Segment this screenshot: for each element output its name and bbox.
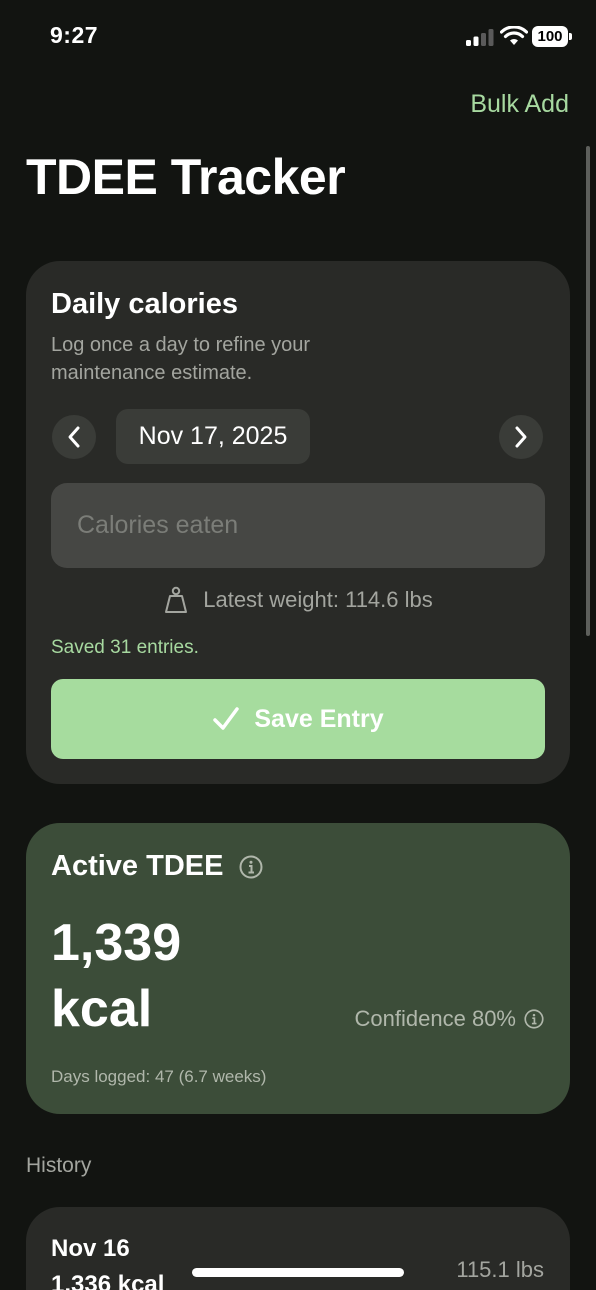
date-selector[interactable]: Nov 17, 2025 xyxy=(116,409,310,464)
save-entry-button[interactable]: Save Entry xyxy=(51,679,545,759)
status-time: 9:27 xyxy=(50,22,99,48)
scrollbar[interactable] xyxy=(586,146,590,636)
latest-weight-row: Latest weight: 114.6 lbs xyxy=(26,586,570,614)
scale-icon xyxy=(165,586,188,613)
active-tdee-card: Active TDEE 1,339 kcal Confidence 80% Da… xyxy=(26,823,570,1114)
latest-weight-text: Latest weight: 114.6 lbs xyxy=(203,587,433,612)
calories-input[interactable] xyxy=(51,483,545,568)
chevron-left-icon xyxy=(68,426,80,448)
bulk-add-button[interactable]: Bulk Add xyxy=(470,90,569,119)
history-entry-weight: 115.1 lbs xyxy=(456,1257,544,1282)
daily-card-subtitle: Log once a day to refine your maintenanc… xyxy=(51,334,311,384)
history-entry[interactable]: Nov 16 1,336 kcal 115.1 lbs xyxy=(26,1207,570,1290)
signal-icon xyxy=(466,29,494,46)
battery-icon: 100 xyxy=(532,26,572,47)
save-entry-label: Save Entry xyxy=(254,704,384,733)
page-title: TDEE Tracker xyxy=(26,149,346,205)
tdee-value: 1,339 xyxy=(51,914,182,972)
days-logged: Days logged: 47 (6.7 weeks) xyxy=(51,1067,267,1086)
history-entry-date: Nov 16 xyxy=(51,1235,130,1262)
history-entry-kcal: 1,336 kcal xyxy=(51,1271,165,1290)
checkmark-icon xyxy=(213,707,240,730)
previous-day-button[interactable] xyxy=(52,415,96,459)
confidence-info-icon[interactable] xyxy=(524,1009,544,1029)
saved-message: Saved 31 entries. xyxy=(51,637,199,658)
battery-level: 100 xyxy=(532,26,568,47)
history-heading: History xyxy=(26,1154,92,1177)
chevron-right-icon xyxy=(515,426,527,448)
wifi-icon xyxy=(500,26,528,45)
tdee-unit: kcal xyxy=(51,980,153,1038)
tdee-title: Active TDEE xyxy=(51,850,224,882)
status-bar: 9:27 100 xyxy=(0,0,596,74)
next-day-button[interactable] xyxy=(499,415,543,459)
daily-card-title: Daily calories xyxy=(51,288,238,320)
confidence-text: Confidence 80% xyxy=(354,1006,516,1031)
info-icon[interactable] xyxy=(239,855,263,879)
home-indicator[interactable] xyxy=(192,1268,404,1277)
daily-calories-card: Daily calories Log once a day to refine … xyxy=(26,261,570,784)
